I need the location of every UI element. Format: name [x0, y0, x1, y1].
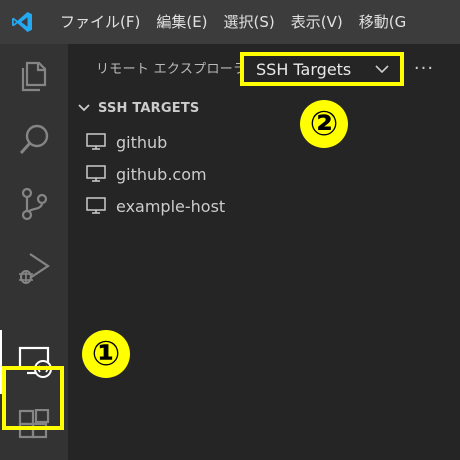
remote-explorer-sidebar: リモート エクスプローラー SSH Targets ··· SSH TARGET… [68, 44, 460, 460]
menu-view[interactable]: 表示(V) [283, 0, 351, 44]
search-button[interactable] [0, 108, 68, 172]
sidebar-title: リモート エクスプローラー [96, 62, 260, 77]
source-control-icon [21, 187, 48, 221]
remote-host-icon [86, 133, 106, 150]
menu-go[interactable]: 移動(G [351, 0, 414, 44]
remote-target-dropdown[interactable]: SSH Targets [240, 52, 404, 86]
remote-host-icon [86, 197, 106, 214]
menu-selection[interactable]: 選択(S) [216, 0, 283, 44]
annotation-badge-2: ② [300, 100, 348, 148]
explorer-button[interactable] [0, 44, 68, 108]
chevron-down-icon [375, 65, 389, 74]
section-title: SSH TARGETS [98, 100, 200, 116]
remote-host-icon [86, 165, 106, 182]
remote-explorer-icon [18, 346, 52, 378]
sidebar-header: リモート エクスプローラー SSH Targets ··· [68, 44, 460, 92]
source-control-button[interactable] [0, 172, 68, 236]
search-icon [19, 124, 49, 155]
host-label: github [116, 132, 168, 152]
ssh-host-item[interactable]: example-host [68, 190, 460, 222]
dropdown-value: SSH Targets [256, 59, 352, 79]
activity-bar [0, 44, 68, 460]
menu-file[interactable]: ファイル(F) [44, 0, 148, 44]
files-icon [21, 61, 47, 92]
extensions-icon [18, 409, 50, 439]
menu-bar: ファイル(F) 編集(E) 選択(S) 表示(V) 移動(G [0, 0, 460, 44]
remote-explorer-button[interactable] [0, 330, 68, 394]
host-label: example-host [116, 196, 226, 216]
host-label: github.com [116, 164, 207, 184]
ssh-host-item[interactable]: github.com [68, 158, 460, 190]
more-actions-button[interactable]: ··· [410, 54, 438, 82]
ssh-targets-section-header[interactable]: SSH TARGETS [68, 96, 460, 120]
chevron-down-icon [78, 104, 90, 112]
ssh-host-item[interactable]: github [68, 126, 460, 158]
menu-edit[interactable]: 編集(E) [148, 0, 215, 44]
run-debug-button[interactable] [0, 236, 68, 300]
ellipsis-icon: ··· [413, 57, 435, 79]
annotation-badge-1: ① [82, 330, 130, 378]
run-debug-icon [19, 253, 50, 284]
vscode-logo-icon[interactable] [0, 0, 44, 44]
extensions-button[interactable] [0, 394, 68, 458]
